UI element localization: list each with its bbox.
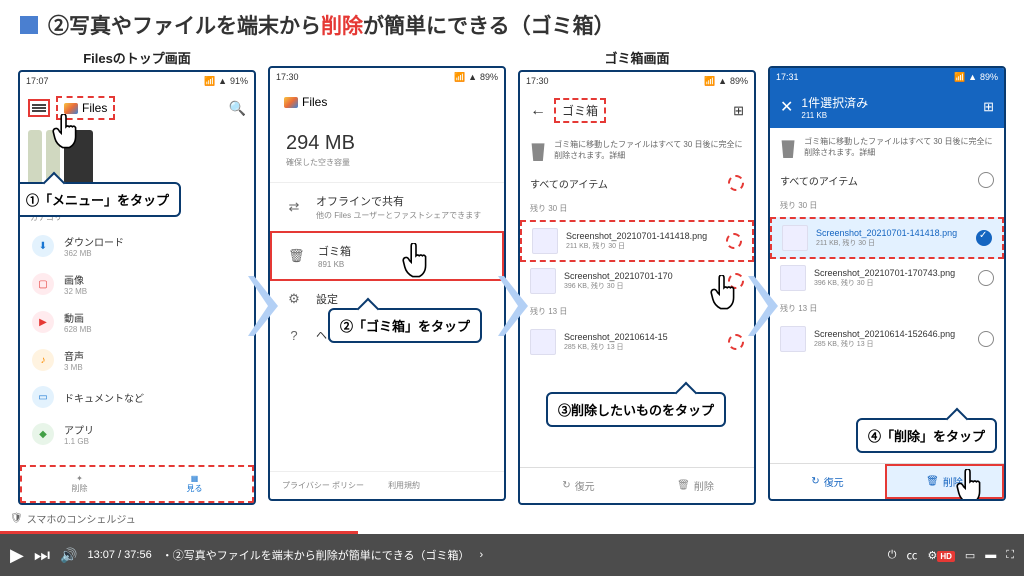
menu-button[interactable] [28, 99, 50, 117]
trash-can-icon [530, 139, 546, 161]
phone2: 17:30📶 ▲ 89% Files 294 MB 確保した空き容量 ⇄ オフラ… [268, 66, 506, 501]
trash-icon: 🗑 [288, 248, 304, 264]
delete-button[interactable]: 🗑 削除 [637, 468, 754, 503]
captions-icon[interactable]: ㏄ [906, 547, 917, 563]
terms-link[interactable]: 利用規約 [388, 480, 420, 491]
selection-header: ✕ 1件選択済み211 KB ⊞ [770, 86, 1004, 128]
files-logo: Files [278, 92, 333, 112]
all-items-header[interactable]: すべてのアイテム [770, 166, 1004, 194]
drawer-offline[interactable]: ⇄ オフラインで共有他の Files ユーザーとファストシェアできます [270, 183, 504, 231]
phone1-label: Filesのトップ画面 [83, 48, 191, 67]
remain-30: 残り 30 日 [520, 197, 754, 220]
back-icon[interactable]: ← [530, 102, 546, 120]
theater-icon[interactable]: ▬ [985, 549, 996, 561]
grid-icon[interactable]: ⊞ [733, 103, 744, 119]
gear-icon: ⚙ [286, 291, 302, 307]
hand-icon [708, 275, 740, 311]
status-bar: 17:07 📶 ▲ 91% [20, 72, 254, 90]
gear-icon[interactable]: ⚙HD [927, 549, 954, 562]
play-button[interactable]: ▶ [10, 545, 24, 566]
restore-button[interactable]: ↻ 復元 [520, 468, 637, 503]
trash-can-icon [780, 136, 796, 158]
hand-icon [954, 469, 986, 501]
storage-info: 294 MB 確保した空き容量 [270, 118, 504, 183]
fullscreen-icon[interactable]: ⛶ [1006, 549, 1014, 562]
file-item-selected[interactable]: Screenshot_20210701-141418.png211 KB, 残り… [770, 217, 1004, 259]
trash-header: ← ゴミ箱 ⊞ [520, 90, 754, 131]
cat-downloads[interactable]: ⬇ダウンロード362 MB [20, 227, 254, 265]
tab-delete[interactable]: ✦削除 [22, 467, 137, 501]
cat-audio[interactable]: ♪音声3 MB [20, 341, 254, 379]
miniplayer-icon[interactable]: ▭ [965, 549, 975, 562]
action-row: ↻ 復元 🗑 削除 [520, 467, 754, 503]
next-button[interactable]: ⏭ [34, 545, 50, 566]
bottom-tabs: ✦削除 ▦見る [20, 465, 254, 503]
privacy-link[interactable]: プライバシー ポリシー [282, 480, 364, 491]
file-item[interactable]: Screenshot_20210701-170743.png396 KB, 残り… [770, 259, 1004, 297]
cat-videos[interactable]: ▶動画628 MB [20, 303, 254, 341]
phone3: 17:30📶 ▲ 89% ← ゴミ箱 ⊞ ゴミ箱に移動したファイルはすべて 30… [518, 70, 756, 505]
info-box: ゴミ箱に移動したファイルはすべて 30 日後に完全に削除されます。詳細 [770, 128, 1004, 166]
watermark: 🛡 スマホのコンシェルジュ [10, 511, 136, 526]
cat-docs[interactable]: ▭ドキュメントなど [20, 379, 254, 415]
phone3-label: ゴミ箱画面 [604, 48, 669, 67]
video-chapter[interactable]: ・②写真やファイルを端末から削除が簡単にできる（ゴミ箱） [162, 547, 470, 563]
flow-arrow-icon [248, 276, 278, 336]
file-item[interactable]: Screenshot_20210614-15285 KB, 残り 13 日 [520, 323, 754, 361]
cat-apps[interactable]: ◆アプリ1.1 GB [20, 415, 254, 453]
tab-view[interactable]: ▦見る [137, 467, 252, 501]
phone4: 17:31📶 ▲ 89% ✕ 1件選択済み211 KB ⊞ ゴミ箱に移動したファ… [768, 66, 1006, 501]
chevron-right-icon[interactable]: › [480, 549, 484, 561]
callout-1: ①「メニュー」をタップ [18, 182, 181, 217]
video-player-bar: ▶ ⏭ 🔊 13:07 / 37:56 ・②写真やファイルを端末から削除が簡単に… [0, 534, 1024, 576]
file-item[interactable]: Screenshot_20210701-141418.png211 KB, 残り… [520, 220, 754, 262]
close-icon[interactable]: ✕ [780, 97, 793, 117]
hand-icon [400, 243, 432, 279]
bullet-icon [20, 16, 38, 34]
restore-button[interactable]: ↻ 復元 [770, 464, 885, 499]
flow-arrow-icon [748, 276, 778, 336]
search-icon[interactable]: 🔍 [229, 100, 246, 117]
callout-3: ③削除したいものをタップ [546, 392, 726, 427]
volume-icon[interactable]: 🔊 [60, 547, 77, 564]
callout-2: ②「ゴミ箱」をタップ [328, 308, 482, 343]
autoplay-toggle[interactable]: ⏻ [888, 549, 897, 562]
phone1: 17:07 📶 ▲ 91% Files 🔍 ①「メニュー」をタップ 画像 画像 … [18, 70, 256, 505]
drawer-footer: プライバシー ポリシー 利用規約 [270, 471, 504, 499]
grid-icon[interactable]: ⊞ [983, 99, 994, 115]
slide-title: ②写真やファイルを端末から削除が簡単にできる（ゴミ箱） [48, 10, 615, 40]
trash-title: ゴミ箱 [554, 98, 606, 123]
delete-button[interactable]: 🗑 削除 [885, 464, 1004, 499]
file-item[interactable]: Screenshot_20210614-152646.png285 KB, 残り… [770, 320, 1004, 358]
all-items-header[interactable]: すべてのアイテム [520, 169, 754, 197]
drawer-trash[interactable]: 🗑 ゴミ箱891 KB [270, 231, 504, 281]
cat-images[interactable]: ▢画像32 MB [20, 265, 254, 303]
slide-header: ②写真やファイルを端末から削除が簡単にできる（ゴミ箱） [0, 0, 1024, 46]
callout-4: ④「削除」をタップ [856, 418, 997, 453]
info-box: ゴミ箱に移動したファイルはすべて 30 日後に完全に削除されます。詳細 [520, 131, 754, 169]
flow-arrow-icon [498, 276, 528, 336]
hand-icon [50, 114, 82, 150]
video-time: 13:07 / 37:56 [87, 549, 151, 561]
